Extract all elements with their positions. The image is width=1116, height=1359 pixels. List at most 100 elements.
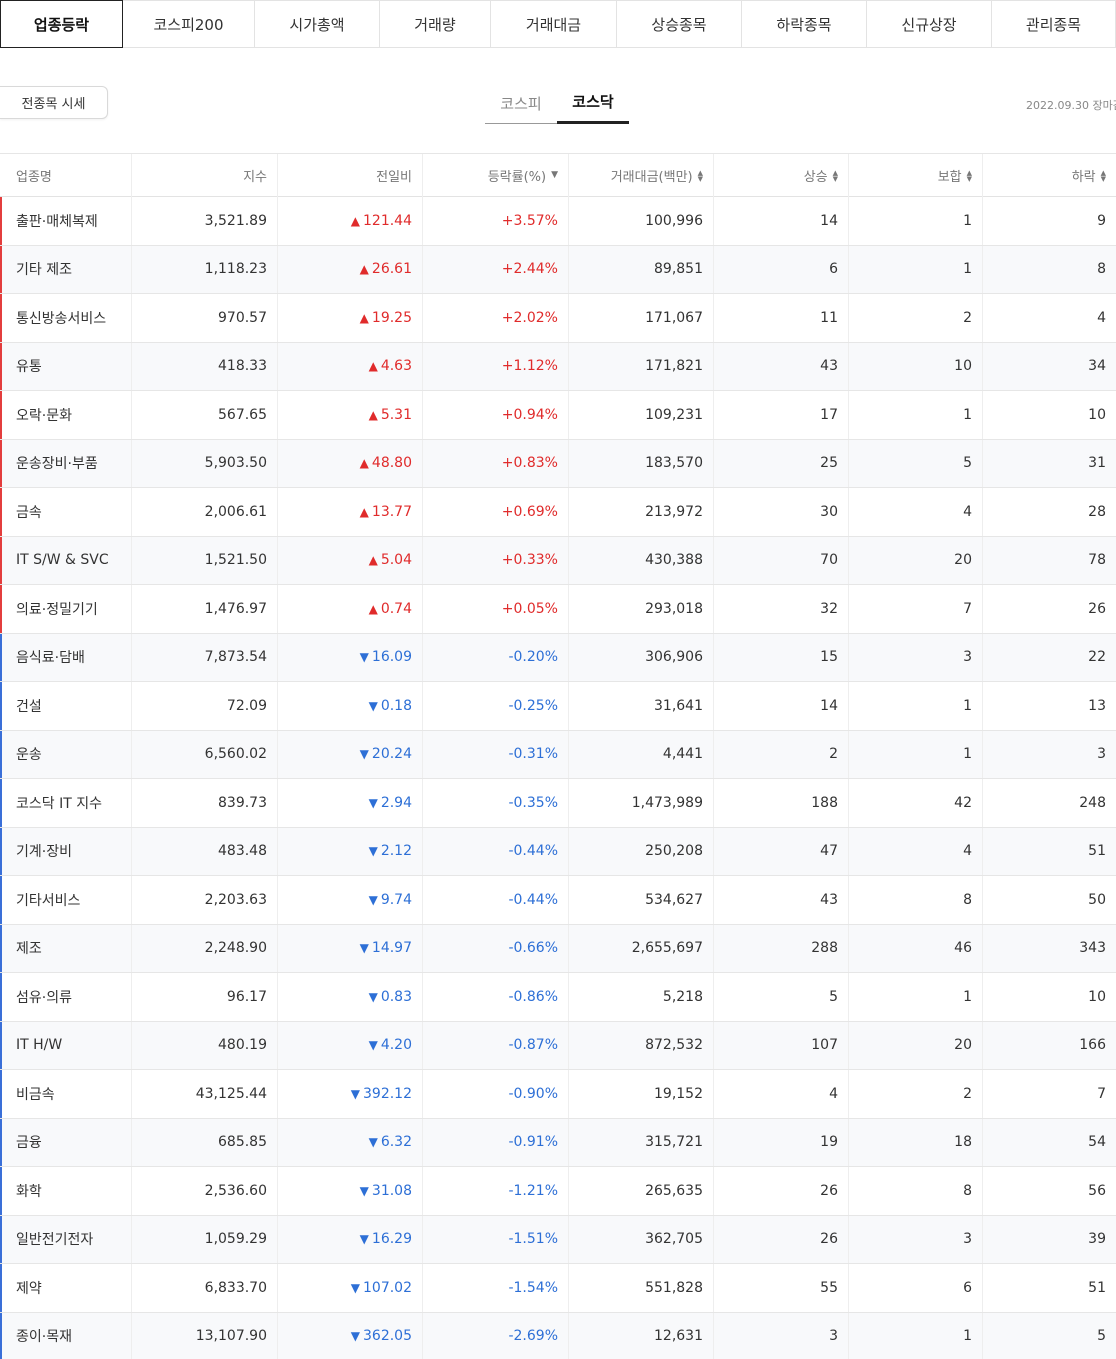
table-row[interactable]: 종이·목재 13,107.90 ▼ 362.05 -2.69% 12,631 3 1 5 — [0, 1312, 1116, 1359]
table-row[interactable]: 금융 685.85 ▼ 6.32 -0.91% 315,721 19 18 54 — [0, 1118, 1116, 1167]
table-row[interactable]: 금속 2,006.61 ▲ 13.77 +0.69% 213,972 30 4 28 — [0, 488, 1116, 537]
triangle-down-icon: ▼ — [359, 1232, 369, 1247]
column-header-amount[interactable]: 거래대금(백만) ▲ ▼ — [569, 154, 714, 197]
sector-name[interactable]: 운송장비·부품 — [0, 439, 132, 487]
table-row[interactable]: 섬유·의류 96.17 ▼ 0.83 -0.86% 5,218 5 1 10 — [0, 973, 1116, 1022]
flat-count: 4 — [849, 827, 983, 875]
column-header-rise[interactable]: 상승 ▲ ▼ — [714, 154, 849, 197]
sector-name[interactable]: 의료·정밀기기 — [0, 585, 132, 633]
fall-count: 78 — [1088, 552, 1106, 569]
change-amount: 16.29 — [371, 1231, 412, 1248]
triangle-up-icon: ▲ — [350, 213, 360, 228]
table-row[interactable]: 제조 2,248.90 ▼ 14.97 -0.66% 2,655,697 288 46 343 — [0, 924, 1116, 973]
tab-4[interactable]: 거래대금 — [491, 0, 617, 48]
sector-name[interactable]: 제조 — [0, 924, 132, 972]
sector-name[interactable]: 비금속 — [0, 1070, 132, 1118]
column-header-flat[interactable]: 보합 ▲ ▼ — [849, 154, 983, 197]
triangle-up-icon: ▲ — [368, 407, 378, 422]
sector-name[interactable]: 종이·목재 — [0, 1312, 132, 1359]
tab-8[interactable]: 관리종목 — [992, 0, 1116, 48]
table-row[interactable]: 운송장비·부품 5,903.50 ▲ 48.80 +0.83% 183,570 25 5 31 — [0, 439, 1116, 488]
table-row[interactable]: IT S/W & SVC 1,521.50 ▲ 5.04 +0.33% 430,388 70… — [0, 536, 1116, 585]
sector-name[interactable]: 금융 — [0, 1118, 132, 1166]
category-tab-bar: 업종등락 코스피200 시가총액 거래량 거래대금 상승종목 하락종목 신규상장 관리종목 — [0, 0, 1116, 48]
market-tab-1[interactable]: 코스닥 — [557, 86, 629, 124]
triangle-down-icon: ▼ — [359, 1183, 369, 1198]
fall-count: 54 — [1088, 1134, 1106, 1151]
sector-name[interactable]: 유통 — [0, 342, 132, 390]
rise-count: 11 — [714, 294, 849, 342]
market-tab-0[interactable]: 코스피 — [485, 86, 557, 124]
table-row[interactable]: 기타 제조 1,118.23 ▲ 26.61 +2.44% 89,851 6 1 8 — [0, 245, 1116, 294]
sector-name[interactable]: 통신방송서비스 — [0, 294, 132, 342]
triangle-up-icon: ▲ — [359, 504, 369, 519]
sector-name[interactable]: 오락·문화 — [0, 391, 132, 439]
sector-name[interactable]: 음식료·담배 — [0, 633, 132, 681]
tab-0[interactable]: 업종등락 — [0, 0, 123, 48]
tab-5[interactable]: 상승종목 — [617, 0, 742, 48]
table-row[interactable]: 운송 6,560.02 ▼ 20.24 -0.31% 4,441 2 1 3 — [0, 730, 1116, 779]
tab-3[interactable]: 거래량 — [380, 0, 491, 48]
sector-name[interactable]: IT S/W & SVC — [0, 536, 132, 584]
change-rate: +2.44% — [423, 245, 569, 293]
table-row[interactable]: 의료·정밀기기 1,476.97 ▲ 0.74 +0.05% 293,018 32 7 26 — [0, 585, 1116, 634]
change-value: ▼ 6.32 — [278, 1118, 423, 1166]
fall-count: 4 — [1097, 309, 1106, 326]
direction-indicator-bar — [0, 439, 2, 487]
sector-name[interactable]: 섬유·의류 — [0, 973, 132, 1021]
table-row[interactable]: IT H/W 480.19 ▼ 4.20 -0.87% 872,532 107 20 166 — [0, 1021, 1116, 1070]
column-header-rate[interactable]: 등락률(%) ▼ — [423, 154, 569, 197]
sector-name[interactable]: IT H/W — [0, 1021, 132, 1069]
fall-count: 13 — [1088, 697, 1106, 714]
sector-name[interactable]: 화학 — [0, 1167, 132, 1215]
table-row[interactable]: 기타서비스 2,203.63 ▼ 9.74 -0.44% 534,627 43 8 50 — [0, 876, 1116, 925]
rise-count: 4 — [714, 1070, 849, 1118]
table-row[interactable]: 건설 72.09 ▼ 0.18 -0.25% 31,641 14 1 13 — [0, 682, 1116, 731]
sector-name[interactable]: 운송 — [0, 730, 132, 778]
change-rate: +0.94% — [423, 391, 569, 439]
trade-amount: 109,231 — [569, 391, 714, 439]
index-value: 480.19 — [132, 1021, 278, 1069]
sector-name[interactable]: 일반전기전자 — [0, 1215, 132, 1263]
sector-name[interactable]: 기타서비스 — [0, 876, 132, 924]
table-row[interactable]: 오락·문화 567.65 ▲ 5.31 +0.94% 109,231 17 1 10 — [0, 391, 1116, 440]
table-row[interactable]: 통신방송서비스 970.57 ▲ 19.25 +2.02% 171,067 11 2 4 — [0, 294, 1116, 343]
triangle-down-icon: ▼ — [359, 650, 369, 665]
table-row[interactable]: 음식료·담배 7,873.54 ▼ 16.09 -0.20% 306,906 15 3 22 — [0, 633, 1116, 682]
tab-1[interactable]: 코스피200 — [123, 0, 255, 48]
rise-count: 2 — [714, 730, 849, 778]
change-value: ▲ 4.63 — [278, 342, 423, 390]
sector-name[interactable]: 금속 — [0, 488, 132, 536]
table-row[interactable]: 출판·매체복제 3,521.89 ▲ 121.44 +3.57% 100,996 14 1 9 — [0, 197, 1116, 246]
change-amount: 0.18 — [380, 697, 412, 714]
flat-count: 4 — [849, 488, 983, 536]
change-rate: -0.25% — [423, 682, 569, 730]
change-value: ▲ 48.80 — [278, 439, 423, 487]
sector-name[interactable]: 출판·매체복제 — [0, 197, 132, 245]
column-header-fall[interactable]: 하락 ▲ ▼ — [983, 154, 1116, 197]
sort-icon: ▲ ▼ — [697, 168, 703, 183]
change-amount: 9.74 — [380, 891, 412, 908]
change-amount: 48.80 — [371, 455, 412, 472]
sector-name[interactable]: 기계·장비 — [0, 827, 132, 875]
sector-name[interactable]: 건설 — [0, 682, 132, 730]
sector-name[interactable]: 코스닥 IT 지수 — [0, 779, 132, 827]
table-row[interactable]: 기계·장비 483.48 ▼ 2.12 -0.44% 250,208 47 4 51 — [0, 827, 1116, 876]
table-row[interactable]: 제약 6,833.70 ▼ 107.02 -1.54% 551,828 55 6 51 — [0, 1264, 1116, 1313]
change-value: ▼ 16.09 — [278, 633, 423, 681]
table-row[interactable]: 코스닥 IT 지수 839.73 ▼ 2.94 -0.35% 1,473,989 188 42… — [0, 779, 1116, 828]
table-row[interactable]: 화학 2,536.60 ▼ 31.08 -1.21% 265,635 26 8 56 — [0, 1167, 1116, 1216]
sector-name[interactable]: 제약 — [0, 1264, 132, 1312]
index-value: 567.65 — [132, 391, 278, 439]
tab-2[interactable]: 시가총액 — [255, 0, 380, 48]
change-amount: 20.24 — [371, 746, 412, 763]
table-row[interactable]: 유통 418.33 ▲ 4.63 +1.12% 171,821 43 10 34 — [0, 342, 1116, 391]
tab-7[interactable]: 신규상장 — [867, 0, 992, 48]
table-row[interactable]: 비금속 43,125.44 ▼ 392.12 -0.90% 19,152 4 2 7 — [0, 1070, 1116, 1119]
all-stocks-button[interactable]: 전종목 시세 — [0, 86, 108, 119]
table-row[interactable]: 일반전기전자 1,059.29 ▼ 16.29 -1.51% 362,705 26 3 39 — [0, 1215, 1116, 1264]
tab-6[interactable]: 하락종목 — [742, 0, 867, 48]
direction-indicator-bar — [0, 342, 2, 390]
sector-name[interactable]: 기타 제조 — [0, 245, 132, 293]
change-value: ▲ 5.31 — [278, 391, 423, 439]
